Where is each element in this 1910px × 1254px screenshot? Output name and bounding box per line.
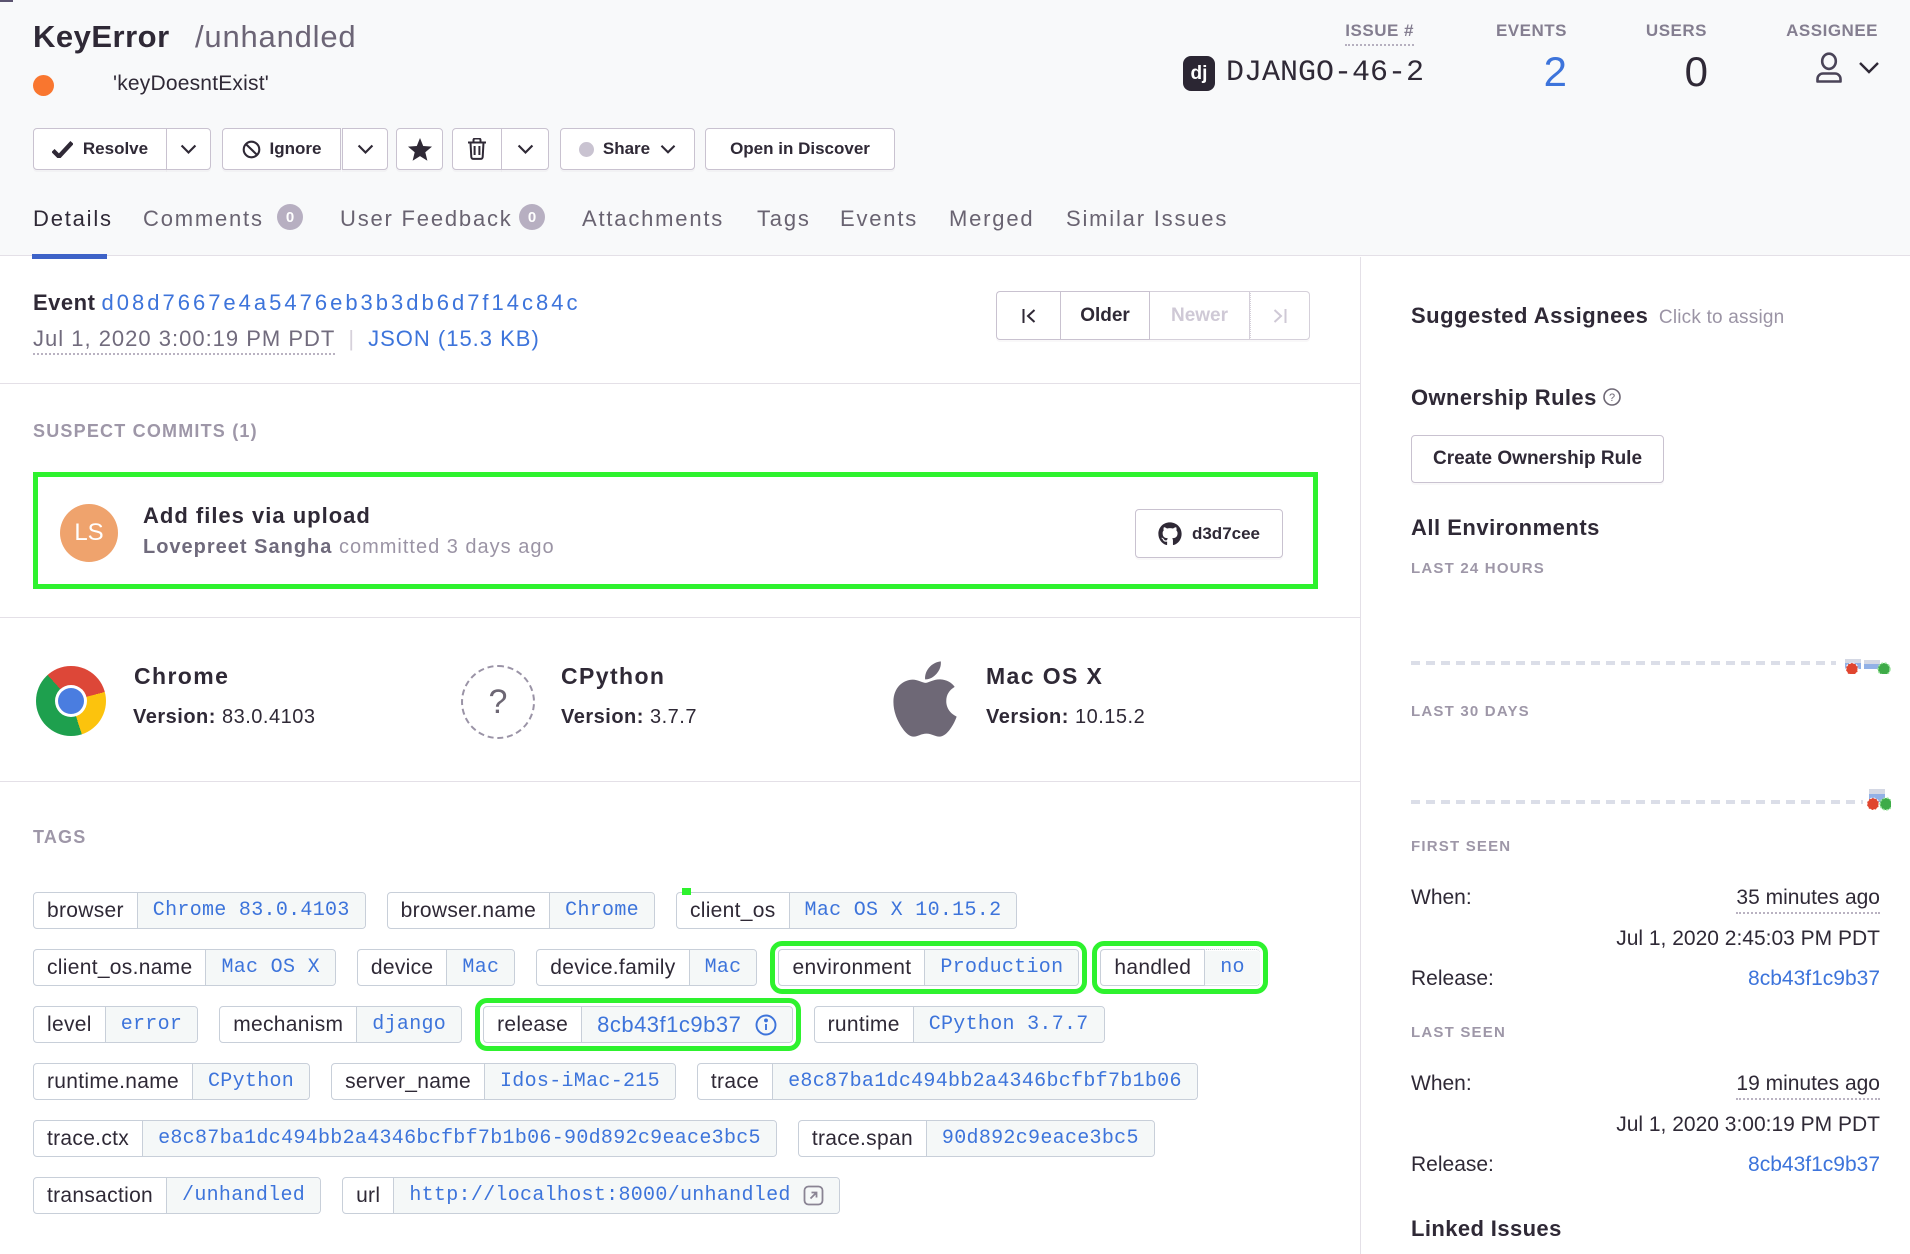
svg-text:?: ? (1609, 392, 1615, 404)
